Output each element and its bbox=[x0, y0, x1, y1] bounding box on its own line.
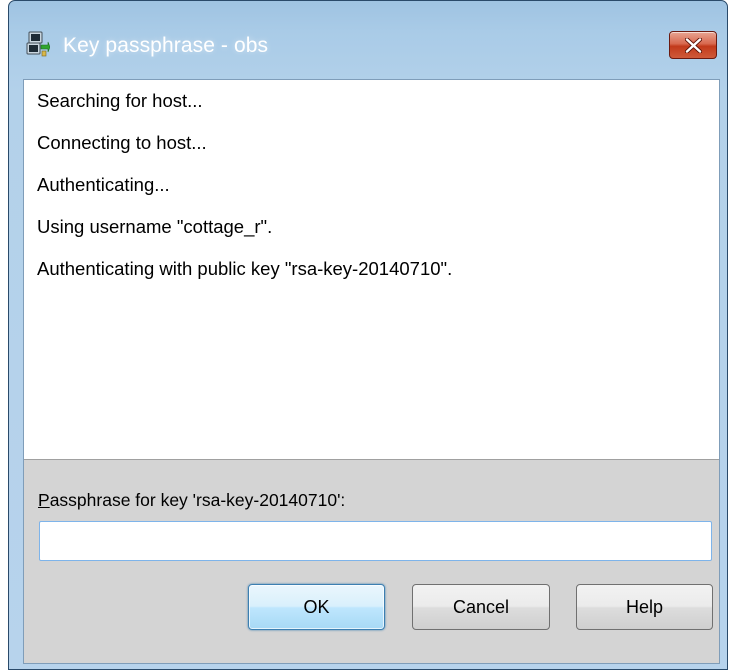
log-line: Authenticating... bbox=[37, 174, 170, 195]
log-line: Authenticating with public key "rsa-key-… bbox=[37, 258, 453, 279]
dialog-client-area: Searching for host... Connecting to host… bbox=[23, 79, 720, 664]
key-passphrase-dialog: Key passphrase - obs Searching for host.… bbox=[8, 0, 728, 670]
connection-log: Searching for host... Connecting to host… bbox=[24, 80, 719, 460]
ok-button[interactable]: OK bbox=[248, 584, 385, 630]
close-button[interactable] bbox=[669, 31, 717, 59]
log-line: Connecting to host... bbox=[37, 132, 207, 153]
log-line: Using username "cottage_r". bbox=[37, 216, 273, 237]
log-line: Searching for host... bbox=[37, 90, 203, 111]
passphrase-input[interactable] bbox=[39, 521, 712, 561]
passphrase-label: Passphrase for key 'rsa-key-20140710': bbox=[38, 490, 345, 511]
cancel-button[interactable]: Cancel bbox=[412, 584, 550, 630]
window-title: Key passphrase - obs bbox=[63, 34, 269, 57]
help-button[interactable]: Help bbox=[576, 584, 713, 630]
close-icon bbox=[685, 38, 702, 53]
putty-icon bbox=[26, 31, 51, 57]
passphrase-label-text: assphrase for key 'rsa-key-20140710': bbox=[49, 490, 346, 510]
title-bar[interactable]: Key passphrase - obs bbox=[9, 1, 727, 79]
passphrase-label-mnemonic: P bbox=[38, 490, 50, 510]
